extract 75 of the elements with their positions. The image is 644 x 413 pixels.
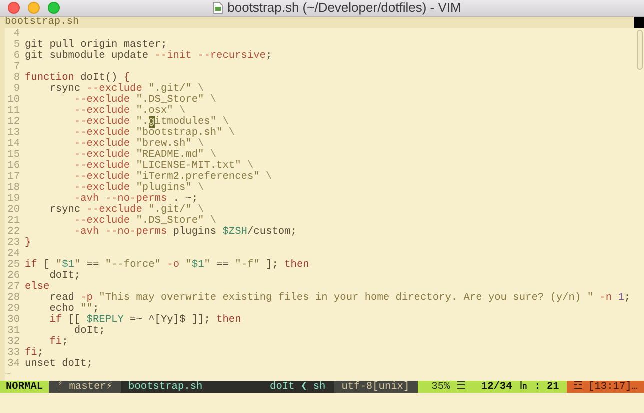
line-number: 15 — [6, 150, 21, 161]
code-line: -avh --no-perms plugins $ZSH/custom; — [73, 227, 297, 238]
line-number: 32 — [6, 337, 21, 348]
code-line: git submodule update --init --recursive; — [25, 51, 272, 62]
code-line: rsync --exclude ".git/" \ — [48, 205, 204, 216]
branch-label: ᚠ master⚡ — [49, 381, 121, 393]
line-number: 9 — [12, 84, 21, 95]
line-number: 11 — [6, 106, 21, 117]
line-number: 21 — [6, 216, 21, 227]
line-number: 24 — [6, 249, 21, 260]
code-line: unset doIt; — [25, 359, 93, 370]
line-number: 12 — [6, 117, 21, 128]
code-line: --exclude "plugins" \ — [73, 183, 204, 194]
function-label: doIt ❮ sh — [269, 381, 327, 393]
code-line: read -p "This may overwrite existing files in your home directory. Are you sure? (y/n) " -n 1; — [48, 293, 631, 304]
line-number: 30 — [6, 315, 21, 326]
end-of-buffer-marker: ~ — [5, 370, 12, 381]
line-number: 29 — [6, 304, 21, 315]
code-line: doIt; — [73, 326, 106, 337]
cursor: g — [148, 116, 155, 128]
line-number: 7 — [12, 62, 21, 73]
code-line: --exclude ".gitmodules" \ — [73, 117, 229, 128]
encoding-label: utf-8[unix] — [334, 381, 418, 393]
code-line: echo ""; — [48, 304, 100, 315]
line-number: 28 — [6, 293, 21, 304]
line-number: 23 — [6, 238, 21, 249]
code-line: --exclude "LICENSE-MIT.txt" \ — [73, 161, 254, 172]
line-number: 25 — [6, 260, 21, 271]
code-line: rsync --exclude ".git/" \ — [48, 84, 204, 95]
tab-fill-marker — [634, 17, 644, 28]
code-line: git pull origin master; — [25, 40, 168, 51]
file-name: bootstrap.sh — [128, 381, 204, 393]
minimize-button[interactable] — [28, 2, 40, 14]
line-number: 5 — [12, 40, 21, 51]
code-line: } — [25, 238, 32, 249]
line-number: 8 — [12, 73, 21, 84]
line-number: 10 — [6, 95, 21, 106]
line-number: 31 — [6, 326, 21, 337]
code-line: if [ "$1" == "--force" -o "$1" == "-f" ]; then — [25, 260, 310, 271]
line-number: 19 — [6, 194, 21, 205]
code-line: function doIt() { — [25, 73, 130, 84]
cursor-position: 12/34 ㏑ : 21 — [473, 381, 568, 393]
line-number: 18 — [6, 183, 21, 194]
close-button[interactable] — [8, 2, 20, 14]
document-icon — [212, 2, 223, 14]
code-line: --exclude "brew.sh" \ — [73, 139, 204, 150]
code-line: fi; — [48, 337, 68, 348]
line-number: 27 — [6, 282, 21, 293]
code-line: --exclude ".DS_Store" \ — [73, 95, 217, 106]
line-number: 4 — [12, 29, 21, 40]
code-line: --exclude "iTerm2.preferences" \ — [73, 172, 272, 183]
code-line: fi; — [25, 348, 44, 359]
line-number: 16 — [6, 161, 21, 172]
code-line: --exclude ".DS_Store" \ — [73, 216, 217, 227]
zoom-button[interactable] — [48, 2, 60, 14]
line-number: 6 — [12, 51, 21, 62]
window-title: bootstrap.sh (~/Developer/dotfiles) - VIM — [228, 0, 462, 18]
line-number: 33 — [6, 348, 21, 359]
code-line: --exclude "README.md" \ — [73, 150, 217, 161]
line-number: 22 — [6, 227, 21, 238]
percent-label: 35% ☰ — [418, 381, 474, 393]
line-number: 34 — [6, 359, 21, 370]
clock-label: ☲ [13:17]… — [567, 381, 644, 393]
line-number: 14 — [6, 139, 21, 150]
code-line: else — [25, 282, 50, 293]
code-line: -avh --no-perms . ~; — [73, 194, 198, 205]
code-line: doIt; — [49, 271, 81, 282]
code-line: if [[ $REPLY =~ ^[Yy]$ ]]; then — [48, 315, 242, 326]
code-line: --exclude "bootstrap.sh" \ — [73, 128, 236, 139]
code-line: --exclude ".osx" \ — [73, 106, 186, 117]
line-number: 26 — [6, 271, 21, 282]
line-number: 13 — [6, 128, 21, 139]
mode-indicator: NORMAL — [0, 381, 50, 393]
line-number: 20 — [6, 205, 21, 216]
line-number: 17 — [6, 172, 21, 183]
